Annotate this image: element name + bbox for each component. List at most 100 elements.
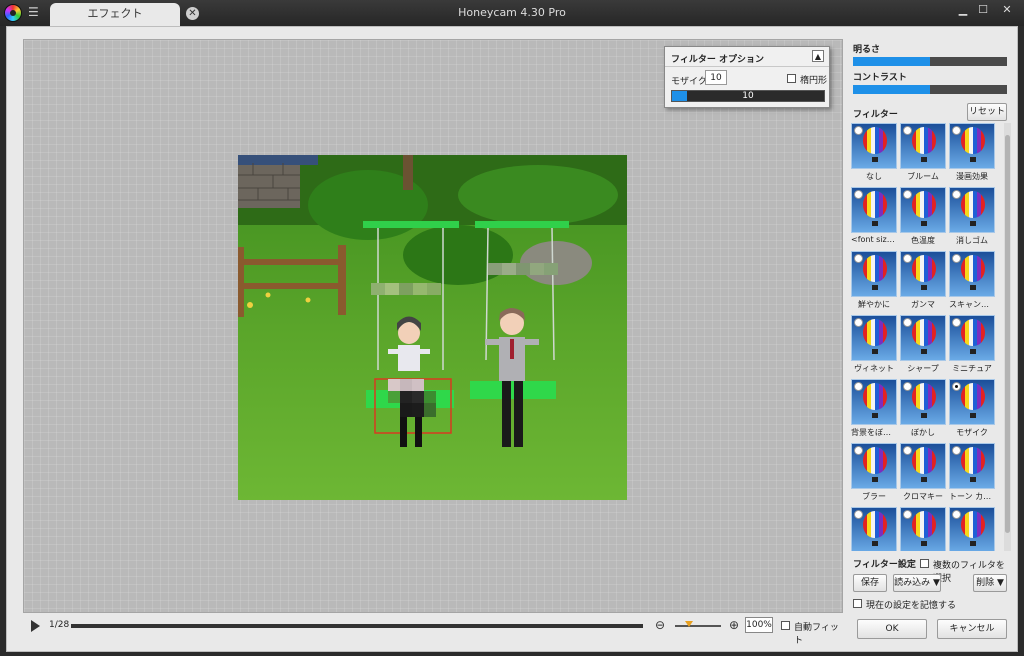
filter-select-radio-icon[interactable] xyxy=(903,254,912,263)
contrast-label: コントラスト xyxy=(853,73,907,83)
mosaic-size-slider[interactable]: 10 xyxy=(671,90,825,102)
filter-item[interactable]: 鮮やかに xyxy=(851,251,897,310)
filter-select-radio-icon[interactable] xyxy=(903,510,912,519)
filter-item[interactable]: モザイク xyxy=(949,379,995,438)
filter-item[interactable]: クロマキー xyxy=(900,443,946,502)
filter-item[interactable]: ぼかし xyxy=(900,379,946,438)
filter-item[interactable]: 色温度 xyxy=(900,187,946,246)
balloon-thumbnail-icon[interactable] xyxy=(949,123,995,169)
balloon-thumbnail-icon[interactable] xyxy=(949,379,995,425)
balloon-thumbnail-icon[interactable] xyxy=(851,507,897,551)
autofit-checkbox[interactable] xyxy=(781,621,790,630)
balloon-thumbnail-icon[interactable] xyxy=(851,251,897,297)
contrast-slider[interactable] xyxy=(853,85,1007,94)
mosaic-slider-value: 10 xyxy=(742,91,754,101)
popup-divider xyxy=(665,66,829,67)
filter-item[interactable] xyxy=(900,507,946,551)
zoom-slider-thumb[interactable] xyxy=(684,621,693,627)
filter-select-radio-icon[interactable] xyxy=(854,126,863,135)
filter-item-label: モザイク xyxy=(956,428,988,437)
filter-panel: 明るさ コントラスト フィルター リセット なし ブルーム 漫画効果 <font si… xyxy=(847,39,1013,639)
balloon-thumbnail-icon[interactable] xyxy=(949,187,995,233)
filter-select-radio-icon[interactable] xyxy=(854,318,863,327)
filter-select-radio-icon[interactable] xyxy=(854,190,863,199)
multi-select-checkbox[interactable] xyxy=(920,559,929,568)
mosaic-size-input[interactable]: 10 xyxy=(705,70,727,85)
filter-select-radio-icon[interactable] xyxy=(903,446,912,455)
balloon-thumbnail-icon[interactable] xyxy=(900,251,946,297)
filter-item[interactable]: スキャンライン xyxy=(949,251,995,310)
cancel-button[interactable]: キャンセル xyxy=(937,619,1007,639)
filter-item[interactable]: ブルーム xyxy=(900,123,946,182)
filter-select-radio-icon[interactable] xyxy=(952,510,961,519)
balloon-thumbnail-icon[interactable] xyxy=(900,123,946,169)
filter-select-radio-icon[interactable] xyxy=(854,510,863,519)
ok-button[interactable]: OK xyxy=(857,619,927,639)
filter-select-radio-icon[interactable] xyxy=(952,318,961,327)
filter-select-radio-icon[interactable] xyxy=(952,382,961,391)
filter-item-label: トーン カーブ xyxy=(949,492,995,501)
balloon-thumbnail-icon[interactable] xyxy=(900,315,946,361)
zoom-slider[interactable] xyxy=(675,621,721,627)
filter-select-radio-icon[interactable] xyxy=(903,190,912,199)
minimize-button[interactable]: ▁ xyxy=(952,2,974,18)
balloon-thumbnail-icon[interactable] xyxy=(851,443,897,489)
balloon-thumbnail-icon[interactable] xyxy=(900,443,946,489)
balloon-thumbnail-icon[interactable] xyxy=(851,379,897,425)
filter-item[interactable] xyxy=(851,507,897,551)
preview-canvas[interactable]: フィルター オプション ▲ モザイク 10 楕円形 10 xyxy=(23,39,843,613)
balloon-thumbnail-icon[interactable] xyxy=(900,507,946,551)
save-button[interactable]: 保存 xyxy=(853,574,887,592)
load-dropdown-button[interactable]: 読み込み ▼ xyxy=(893,574,941,592)
ellipse-checkbox[interactable] xyxy=(787,74,796,83)
filter-select-radio-icon[interactable] xyxy=(903,126,912,135)
brightness-slider[interactable] xyxy=(853,57,1007,66)
balloon-thumbnail-icon[interactable] xyxy=(851,187,897,233)
filter-select-radio-icon[interactable] xyxy=(903,318,912,327)
filter-item[interactable]: ミニチュア xyxy=(949,315,995,374)
zoom-level-button[interactable]: 100% xyxy=(745,617,773,633)
filter-scrollbar-thumb[interactable] xyxy=(1005,135,1010,533)
filter-item[interactable]: ブラー xyxy=(851,443,897,502)
balloon-thumbnail-icon[interactable] xyxy=(851,123,897,169)
filter-select-radio-icon[interactable] xyxy=(952,190,961,199)
filter-select-radio-icon[interactable] xyxy=(952,126,961,135)
filter-item[interactable]: シャープ xyxy=(900,315,946,374)
collapse-icon[interactable]: ▲ xyxy=(812,50,824,62)
balloon-thumbnail-icon[interactable] xyxy=(949,315,995,361)
filter-select-radio-icon[interactable] xyxy=(854,254,863,263)
filter-item[interactable]: ガンマ xyxy=(900,251,946,310)
filter-select-radio-icon[interactable] xyxy=(952,254,961,263)
filter-item[interactable]: 背景をぼかす xyxy=(851,379,897,438)
filter-select-radio-icon[interactable] xyxy=(854,382,863,391)
zoom-out-icon[interactable]: ⊖ xyxy=(653,618,667,632)
balloon-thumbnail-icon[interactable] xyxy=(949,443,995,489)
filter-item[interactable]: ヴィネット xyxy=(851,315,897,374)
reset-button[interactable]: リセット xyxy=(967,103,1007,121)
filter-select-radio-icon[interactable] xyxy=(952,446,961,455)
balloon-thumbnail-icon[interactable] xyxy=(851,315,897,361)
playback-bar: 1/28 ⊖ ⊕ 100% 自動フィット xyxy=(23,615,843,646)
filter-item[interactable]: 漫画効果 xyxy=(949,123,995,182)
close-button[interactable]: ✕ xyxy=(996,2,1018,18)
filter-select-radio-icon[interactable] xyxy=(854,446,863,455)
remember-settings-checkbox[interactable] xyxy=(853,599,862,608)
maximize-button[interactable]: ☐ xyxy=(972,2,994,18)
filter-item[interactable] xyxy=(949,507,995,551)
balloon-thumbnail-icon[interactable] xyxy=(949,251,995,297)
filter-item-label: スキャンライン xyxy=(949,300,995,309)
filter-item[interactable]: トーン カーブ xyxy=(949,443,995,502)
zoom-in-icon[interactable]: ⊕ xyxy=(727,618,741,632)
balloon-thumbnail-icon[interactable] xyxy=(900,187,946,233)
balloon-thumbnail-icon[interactable] xyxy=(949,507,995,551)
filter-item[interactable]: 消しゴム xyxy=(949,187,995,246)
filter-item-label: <font size... xyxy=(851,235,897,244)
balloon-thumbnail-icon[interactable] xyxy=(900,379,946,425)
timeline-track[interactable] xyxy=(71,624,643,628)
filter-item[interactable]: なし xyxy=(851,123,897,182)
filter-scrollbar[interactable] xyxy=(1004,123,1011,551)
filter-select-radio-icon[interactable] xyxy=(903,382,912,391)
filter-item[interactable]: <font size... xyxy=(851,187,897,244)
delete-dropdown-button[interactable]: 削除 ▼ xyxy=(973,574,1007,592)
play-icon[interactable] xyxy=(31,620,40,632)
